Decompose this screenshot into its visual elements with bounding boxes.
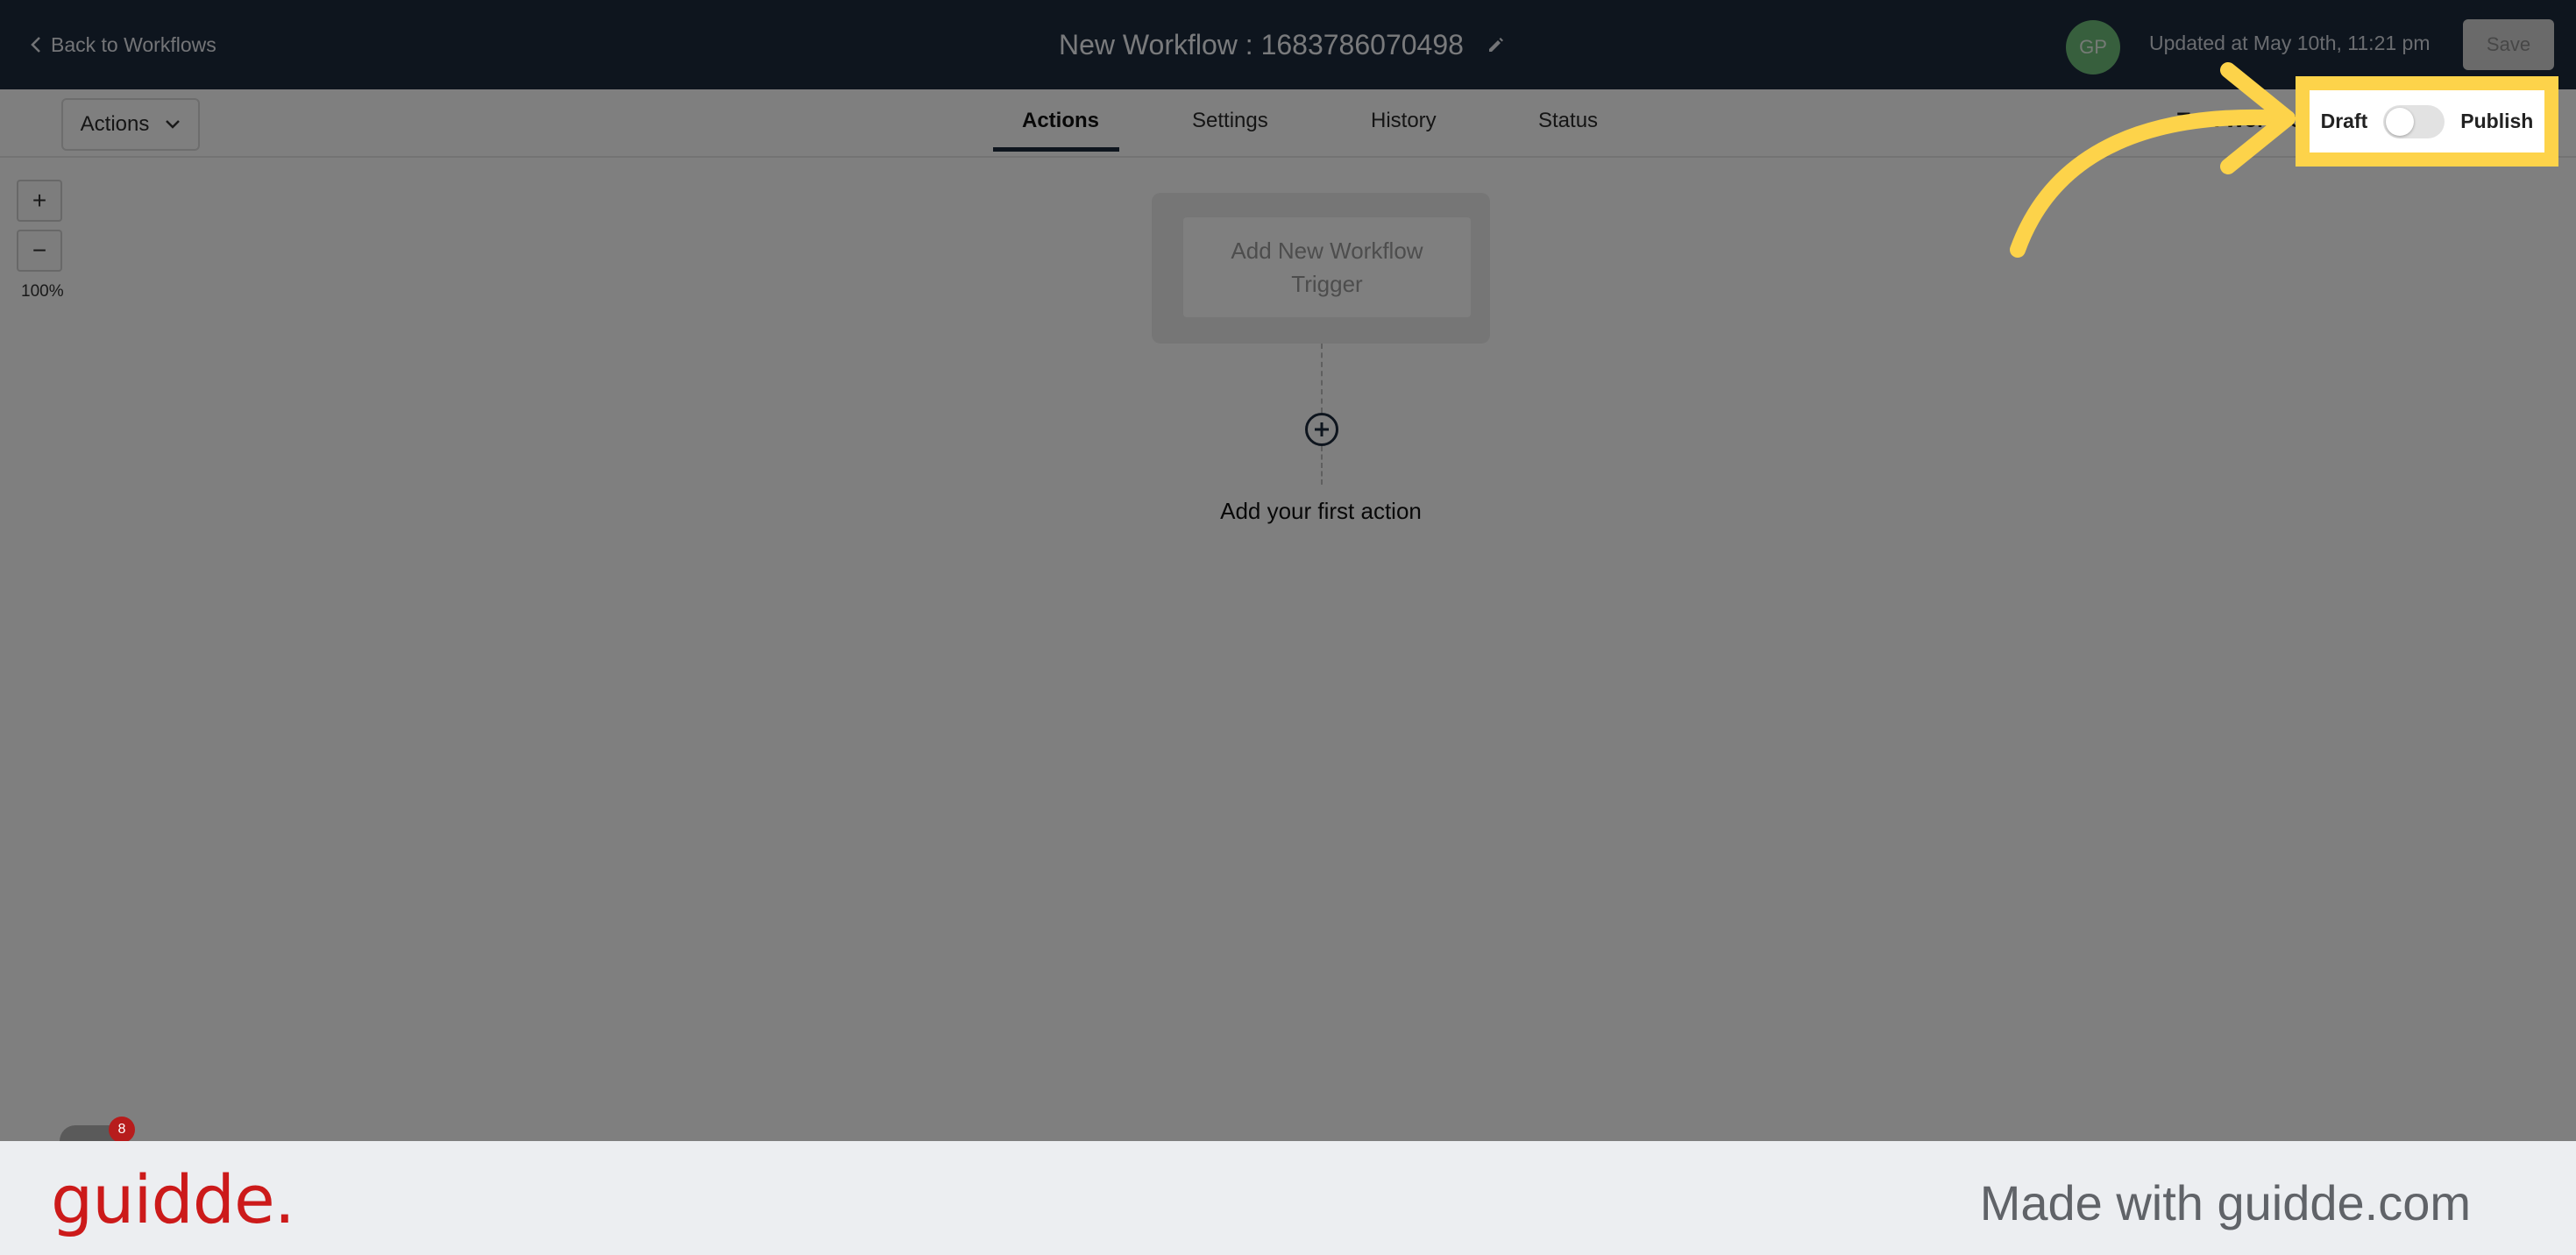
publish-label: Publish: [2460, 110, 2534, 132]
switch-knob: [2386, 107, 2415, 136]
workflow-editor: Back to Workflows New Workflow : 1683786…: [0, 0, 2576, 1141]
draft-label: Draft: [2320, 110, 2368, 132]
publish-toggle-highlight: Draft Publish: [2296, 76, 2558, 167]
footer: guidde. Made with guidde.com: [0, 1141, 2576, 1255]
made-with-text: Made with guidde.com: [1979, 1175, 2471, 1230]
guidde-logo: guidde.: [51, 1160, 295, 1238]
draft-publish-toggle[interactable]: Draft Publish: [2310, 90, 2544, 152]
notification-badge: 8: [109, 1117, 135, 1141]
publish-switch[interactable]: [2383, 104, 2445, 138]
pointer-arrow-icon: [2010, 62, 2296, 258]
